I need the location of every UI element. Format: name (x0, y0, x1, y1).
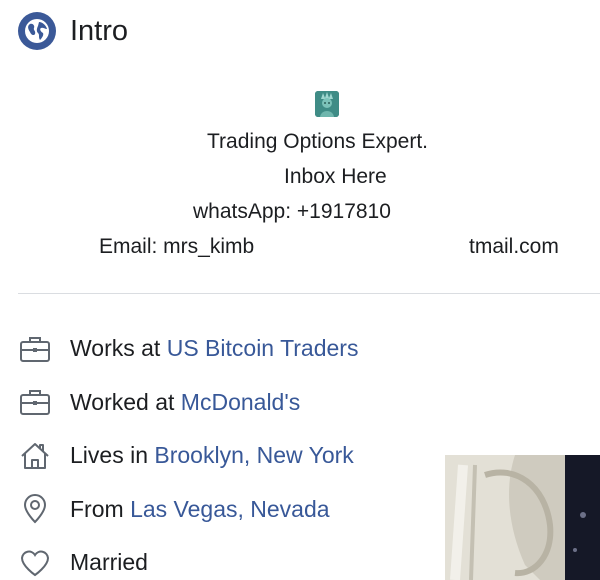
photo-thumbnail[interactable] (445, 455, 600, 580)
intro-header: Intro (18, 8, 128, 54)
briefcase-icon (18, 332, 52, 366)
lives-in-prefix: Lives in (70, 442, 155, 469)
current-city-link[interactable]: Brooklyn, New York (154, 442, 353, 468)
briefcase-icon (18, 385, 52, 419)
from-prefix: From (70, 495, 131, 522)
bio-email-left: Email: mrs_kimb (99, 235, 255, 258)
location-pin-icon (18, 492, 52, 526)
heart-icon (18, 546, 52, 580)
past-work-prefix: Worked at (70, 388, 181, 415)
intro-title: Intro (70, 14, 129, 47)
bio-line-2: Inbox Here (284, 165, 387, 188)
home-icon (18, 439, 52, 473)
bio-whatsapp: whatsApp: +1917810 (193, 200, 391, 223)
employer-link[interactable]: US Bitcoin Traders (167, 335, 359, 361)
relationship-status: Married (70, 549, 148, 576)
list-item-work: Works at US Bitcoin Traders (0, 322, 600, 376)
divider (18, 293, 600, 294)
past-employer-link[interactable]: McDonald's (181, 389, 300, 415)
hometown-link[interactable]: Las Vegas, Nevada (130, 496, 329, 522)
globe-icon (18, 12, 56, 50)
bio-email-right: tmail.com (469, 235, 559, 258)
list-item-past-work: Worked at McDonald's (0, 376, 600, 430)
statue-of-liberty-emoji (315, 91, 339, 117)
bio-section: Trading Options Expert. Inbox Here whats… (0, 84, 600, 264)
work-prefix: Works at (70, 335, 167, 362)
bio-line-1: Trading Options Expert. (207, 130, 428, 153)
